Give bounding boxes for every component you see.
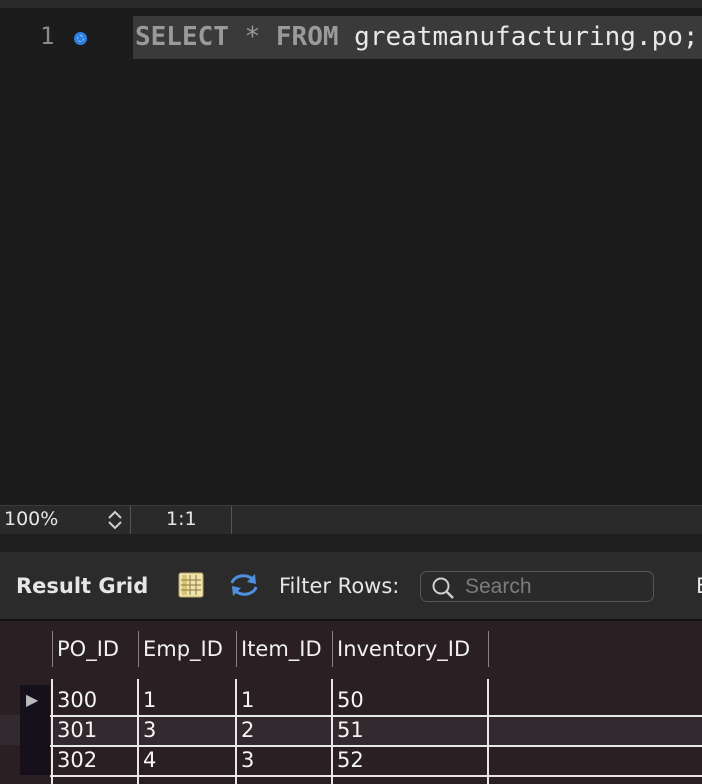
column-divider <box>332 631 333 667</box>
refresh-icon[interactable] <box>228 570 260 600</box>
grid-column-line <box>137 679 139 784</box>
grid-header: PO_ID Emp_ID Item_ID Inventory_ID <box>0 621 702 677</box>
search-input[interactable] <box>465 574 645 599</box>
cell-item-id[interactable]: 1 <box>241 685 254 715</box>
grid-column-line <box>235 679 237 784</box>
panel-gap <box>0 534 702 552</box>
table-name: greatmanufacturing.po; <box>354 22 699 52</box>
sql-editor[interactable]: 1 SELECT * FROM greatmanufacturing.po; <box>0 0 702 505</box>
filter-rows-label: Filter Rows: <box>279 574 400 598</box>
table-row[interactable]: 301 3 2 51 <box>0 715 702 745</box>
select-keyword: SELECT <box>135 22 229 52</box>
result-grid-label: Result Grid <box>16 574 149 598</box>
grid-column-line <box>51 679 53 784</box>
status-divider <box>231 506 232 534</box>
search-icon <box>432 577 454 599</box>
column-divider <box>138 631 139 667</box>
grid-column-line <box>487 679 489 784</box>
cell-po-id[interactable]: 302 <box>57 745 97 775</box>
grid-row-line <box>50 775 702 777</box>
grid-column-line <box>331 679 333 784</box>
cell-item-id[interactable]: 3 <box>241 745 254 775</box>
editor-status-bar: 100% 1:1 <box>0 505 702 534</box>
result-toolbar: Result Grid Filter Rows: E <box>0 552 702 619</box>
cell-emp-id[interactable]: 3 <box>143 715 156 745</box>
filter-search-box[interactable] <box>420 571 654 602</box>
editor-gutter: 1 <box>0 16 120 52</box>
column-divider <box>52 631 53 667</box>
cell-inventory-id[interactable]: 52 <box>337 745 364 775</box>
grid-row-line <box>50 715 702 717</box>
from-keyword: FROM <box>275 22 339 52</box>
column-divider <box>236 631 237 667</box>
row-selector[interactable] <box>20 745 50 775</box>
column-header-item-id[interactable]: Item_ID <box>241 631 322 667</box>
cursor-position: 1:1 <box>166 508 197 530</box>
result-grid[interactable]: PO_ID Emp_ID Item_ID Inventory_ID ▶ 300 … <box>0 619 702 784</box>
current-row-arrow-icon: ▶ <box>26 690 39 709</box>
cell-item-id[interactable]: 2 <box>241 715 254 745</box>
cell-po-id[interactable]: 301 <box>57 715 97 745</box>
cell-emp-id[interactable]: 1 <box>143 685 156 715</box>
star-operator: * <box>244 22 261 52</box>
cell-inventory-id[interactable]: 51 <box>337 715 364 745</box>
line-number: 1 <box>40 22 55 50</box>
table-row[interactable]: ▶ 300 1 1 50 <box>0 685 702 715</box>
statement-marker-icon <box>74 32 87 45</box>
column-header-po-id[interactable]: PO_ID <box>57 631 119 667</box>
grid-row-line <box>50 745 702 747</box>
table-row[interactable]: 302 4 3 52 <box>0 745 702 775</box>
result-grid-icon[interactable] <box>178 572 204 598</box>
column-header-inventory-id[interactable]: Inventory_ID <box>337 631 470 667</box>
cell-inventory-id[interactable]: 50 <box>337 685 364 715</box>
query-line[interactable]: SELECT * FROM greatmanufacturing.po; <box>133 16 702 59</box>
cell-po-id[interactable]: 300 <box>57 685 97 715</box>
column-header-emp-id[interactable]: Emp_ID <box>143 631 223 667</box>
column-divider <box>488 631 489 667</box>
row-selector[interactable] <box>20 715 50 745</box>
status-divider <box>130 506 131 534</box>
zoom-stepper-icon[interactable] <box>104 508 126 532</box>
export-button[interactable]: E <box>696 574 702 598</box>
zoom-level: 100% <box>4 508 59 530</box>
cell-emp-id[interactable]: 4 <box>143 745 156 775</box>
